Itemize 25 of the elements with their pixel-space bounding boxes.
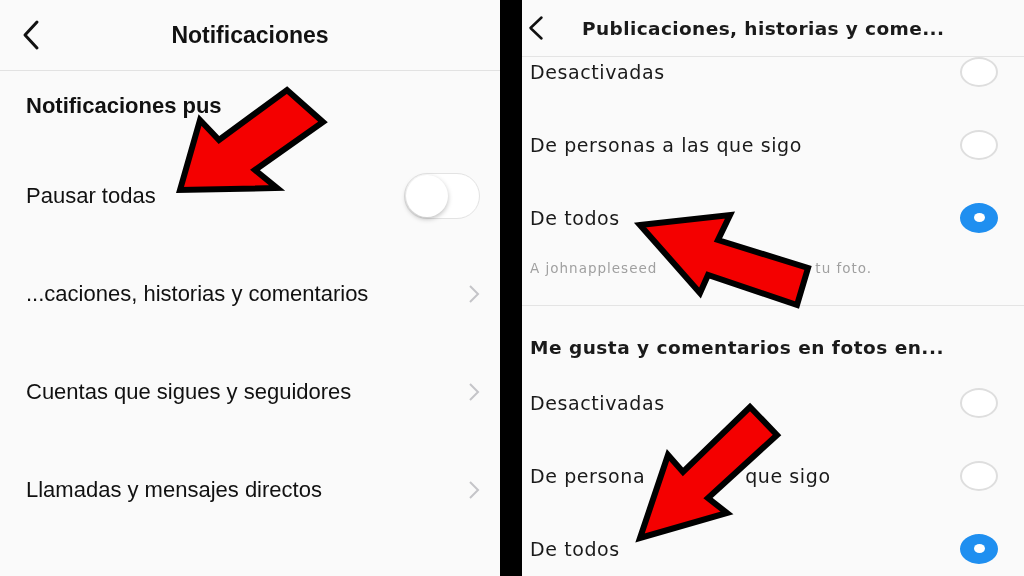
option-label: Desactivadas [530,60,665,83]
option-label: De todos [530,537,620,560]
menu-link[interactable]: Llamadas y mensajes directos [26,477,322,503]
setting-label: Pausar todas [26,183,156,209]
back-icon[interactable] [22,19,40,51]
option-label: De todos [530,206,620,229]
hint-text: tu foto. [815,260,873,276]
chevron-icon [468,382,480,402]
hint-text: A johnappleseed [530,260,658,276]
menu-link[interactable]: ...caciones, historias y comentarios [26,281,369,307]
screen-title: Publicaciones, historias y come... [582,17,945,39]
chevron-icon [468,284,480,304]
screen-title: Notificaciones [171,21,329,48]
option-label: que sigo [745,464,831,487]
toggle-switch[interactable] [404,173,480,219]
chevron-icon [468,480,480,500]
radio-button[interactable] [960,533,998,564]
section-heading: Me gusta y comentarios en fotos en... [530,337,944,358]
back-icon[interactable] [528,15,544,41]
option-label: De personas a las que sigo [530,133,802,156]
option-label: Desactivadas [530,391,665,414]
radio-button[interactable] [960,202,998,233]
menu-link[interactable]: Cuentas que sigues y seguidores [26,379,352,405]
section-heading: Notificaciones pus [26,93,222,119]
option-label: De persona [530,464,646,487]
